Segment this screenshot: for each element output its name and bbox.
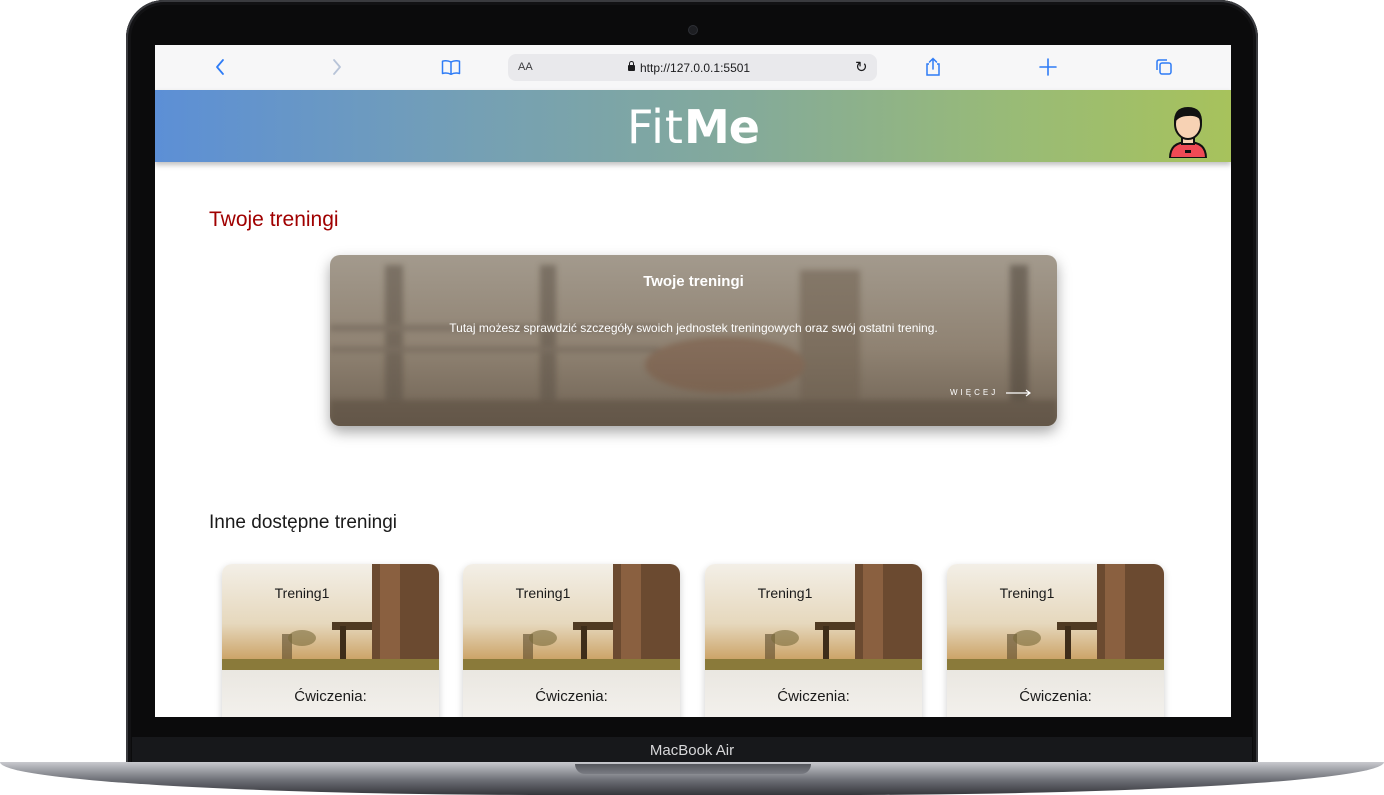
training-card[interactable]: Trening1 Ćwiczenia:	[947, 564, 1164, 717]
training-card[interactable]: Trening1 Ćwiczenia:	[222, 564, 439, 717]
card-footer: Ćwiczenia:	[463, 670, 680, 717]
new-tab-icon[interactable]	[1037, 56, 1059, 78]
card-image	[463, 564, 680, 674]
address-bar[interactable]: AA http://127.0.0.1:5501 ↻	[508, 54, 877, 81]
card-title: Trening1	[274, 585, 330, 601]
more-link[interactable]: WIĘCEJ	[950, 388, 998, 397]
tabs-icon[interactable]	[1153, 56, 1175, 78]
hero-title: Twoje treningi	[643, 273, 744, 290]
site-header: FitMe	[155, 90, 1231, 162]
url-text: http://127.0.0.1:5501	[640, 61, 751, 75]
back-icon[interactable]	[210, 56, 232, 78]
user-avatar-icon[interactable]	[1165, 98, 1211, 158]
training-card[interactable]: Trening1 Ćwiczenia:	[463, 564, 680, 717]
card-footer: Ćwiczenia:	[947, 670, 1164, 717]
card-footer: Ćwiczenia:	[222, 670, 439, 717]
forward-icon[interactable]	[325, 56, 347, 78]
site-logo[interactable]: FitMe	[155, 100, 1231, 154]
share-icon[interactable]	[922, 56, 944, 78]
text-size-button[interactable]: AA	[518, 61, 533, 73]
laptop-notch	[575, 764, 811, 774]
training-card[interactable]: Trening1 Ćwiczenia:	[705, 564, 922, 717]
card-title: Trening1	[999, 585, 1055, 601]
section-title: Twoje treningi	[209, 208, 339, 231]
browser-toolbar: AA http://127.0.0.1:5501 ↻	[155, 45, 1231, 91]
arrow-right-icon[interactable]	[1006, 389, 1032, 397]
reload-icon[interactable]: ↻	[855, 58, 868, 76]
hero-card[interactable]: Twoje treningi Tutaj możesz sprawdzić sz…	[330, 255, 1057, 426]
card-image	[947, 564, 1164, 674]
hero-description: Tutaj możesz sprawdzić szczegóły swoich …	[449, 321, 938, 335]
screen: AA http://127.0.0.1:5501 ↻ FitMe Twoje t…	[155, 45, 1231, 717]
card-image	[222, 564, 439, 674]
card-title: Trening1	[757, 585, 813, 601]
card-footer: Ćwiczenia:	[705, 670, 922, 717]
card-title: Trening1	[515, 585, 571, 601]
device-label: MacBook Air	[132, 737, 1252, 764]
bookmarks-icon[interactable]	[440, 56, 462, 78]
lock-icon	[628, 61, 635, 71]
card-image	[705, 564, 922, 674]
camera	[688, 25, 698, 35]
other-trainings-title: Inne dostępne treningi	[209, 512, 398, 533]
